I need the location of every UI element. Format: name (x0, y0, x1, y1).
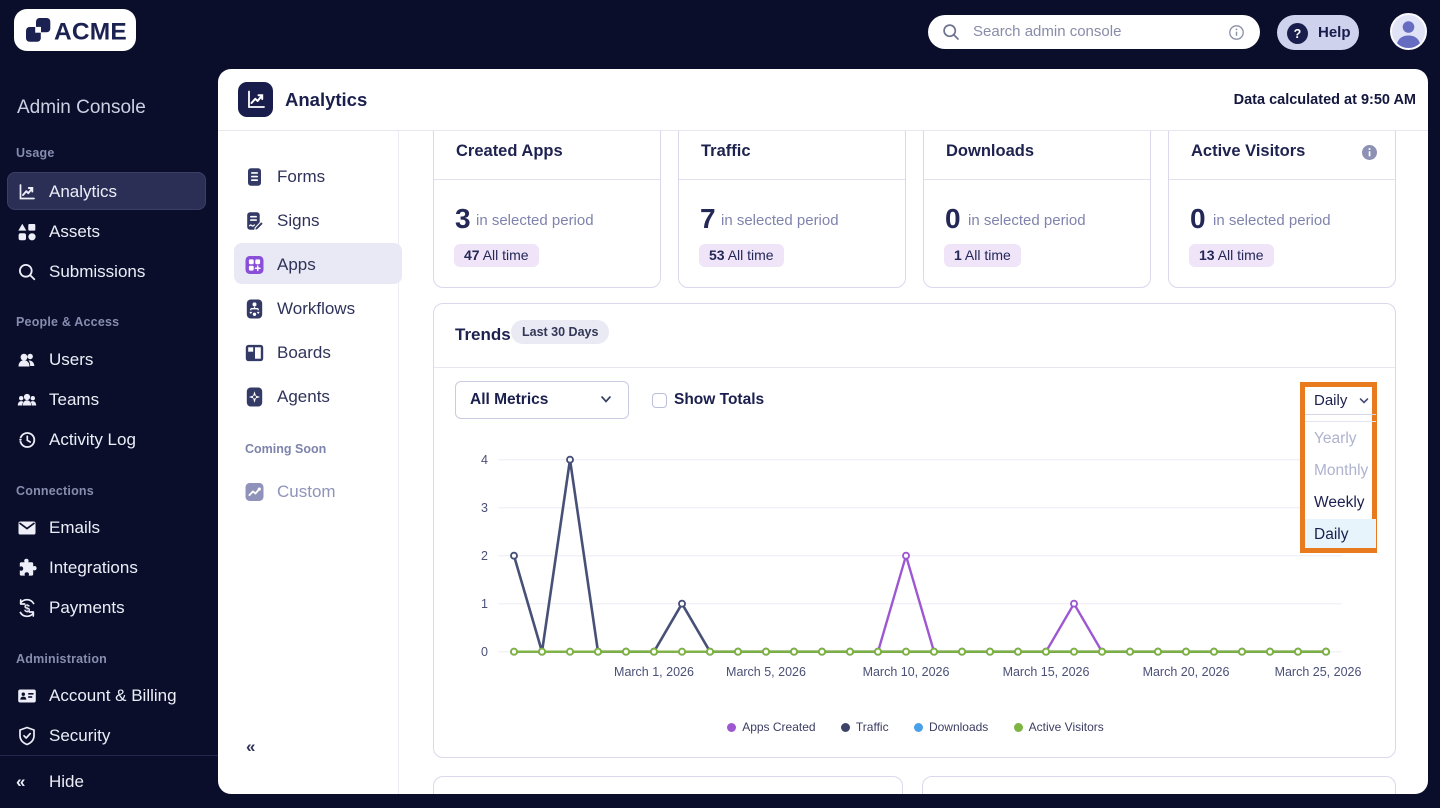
svg-text:March 20, 2026: March 20, 2026 (1143, 665, 1230, 679)
svg-text:$: $ (24, 603, 30, 615)
svg-text:2: 2 (481, 549, 488, 563)
svg-text:March 5, 2026: March 5, 2026 (726, 665, 806, 679)
svg-text:3: 3 (481, 501, 488, 515)
svg-text:1: 1 (481, 597, 488, 611)
svg-text:March 10, 2026: March 10, 2026 (863, 665, 950, 679)
svg-text:0: 0 (481, 645, 488, 659)
svg-text:ACME: ACME (54, 19, 127, 46)
svg-text:?: ? (1294, 27, 1302, 41)
svg-text:March 1, 2026: March 1, 2026 (614, 665, 694, 679)
svg-text:4: 4 (481, 453, 488, 467)
svg-text:March 15, 2026: March 15, 2026 (1003, 665, 1090, 679)
svg-text:March 25, 2026: March 25, 2026 (1275, 665, 1362, 679)
